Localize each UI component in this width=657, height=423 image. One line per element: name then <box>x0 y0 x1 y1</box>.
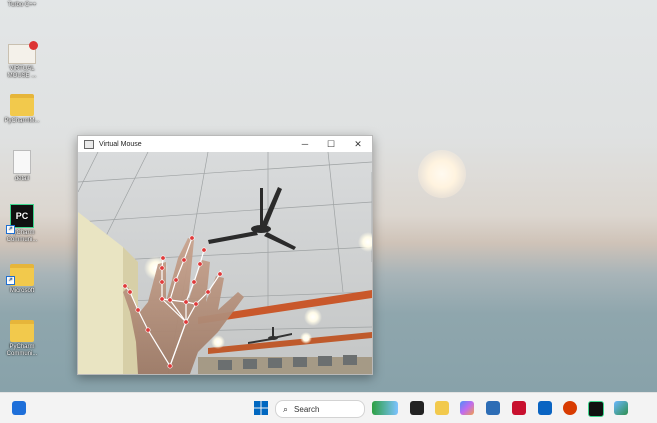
desktop-icon-label: detail <box>14 176 30 182</box>
mcafee-icon[interactable] <box>512 401 526 415</box>
window-title: Virtual Mouse <box>99 140 142 148</box>
task-view-icon[interactable] <box>410 401 424 415</box>
wallpaper-sun <box>418 150 466 198</box>
desktop-icon-pycharm-2[interactable]: PyCharm Communi... <box>0 320 44 358</box>
search-box[interactable]: ⌕ Search <box>275 400 365 418</box>
desktop-icon-label: Microsoft <box>9 288 35 294</box>
windows-logo-icon <box>254 401 268 415</box>
ceiling-light <box>211 335 225 349</box>
desktop-icon-label: Turbo C++ <box>7 2 37 8</box>
close-button[interactable]: ✕ <box>345 136 371 152</box>
drive-icon[interactable] <box>372 401 398 415</box>
desktop: Turbo C++ VIRTUAL MOUSE ... PyCharmM... … <box>0 0 657 392</box>
widgets-icon[interactable] <box>12 401 26 415</box>
desktop-icon-label: PyCharmM... <box>4 118 40 124</box>
pycharm-taskbar-icon[interactable] <box>588 401 604 417</box>
window-app-icon <box>84 139 94 149</box>
desktop-icon-detail[interactable]: detail <box>0 150 44 183</box>
desktop-icon-pycharm[interactable]: PC ↗ PyCharm Communi... <box>0 204 44 244</box>
virtual-mouse-window[interactable]: Virtual Mouse ─ ☐ ✕ <box>77 135 373 375</box>
desktop-icon-virtual-mouse[interactable]: VIRTUAL MOUSE ... <box>0 41 44 80</box>
start-button[interactable] <box>254 401 268 415</box>
shortcut-arrow-icon: ↗ <box>6 276 15 285</box>
taskbar: ⌕ Search <box>0 392 657 423</box>
ceiling-light <box>304 308 322 326</box>
webcam-frame <box>78 152 372 374</box>
copilot-icon[interactable] <box>460 401 474 415</box>
microsoft-store-icon[interactable] <box>486 401 500 415</box>
desktop-icon-microsoft[interactable]: ↗ Microsoft <box>0 264 44 295</box>
maximize-button[interactable]: ☐ <box>318 136 344 152</box>
photos-icon[interactable] <box>614 401 628 415</box>
search-icon: ⌕ <box>283 403 289 414</box>
desktop-icon-label: PyCharm Communi... <box>6 344 38 357</box>
folder-icon <box>10 320 34 342</box>
image-file-icon <box>8 41 38 64</box>
ceiling-light <box>300 332 312 344</box>
minimize-button[interactable]: ─ <box>292 136 318 152</box>
folder-icon <box>10 94 34 116</box>
desktop-icon-label: VIRTUAL MOUSE ... <box>7 66 37 79</box>
webcam-feed[interactable] <box>78 152 372 374</box>
window-titlebar[interactable]: Virtual Mouse ─ ☐ ✕ <box>78 136 372 152</box>
file-explorer-icon[interactable] <box>435 401 449 415</box>
outlook-icon[interactable] <box>538 401 552 415</box>
desktop-icon-turbo-cpp[interactable]: Turbo C++ <box>0 2 44 9</box>
search-label: Search <box>294 404 320 414</box>
text-file-icon <box>13 150 31 174</box>
office-icon[interactable] <box>563 401 577 415</box>
desktop-icon-folder[interactable]: PyCharmM... <box>0 94 44 125</box>
shortcut-arrow-icon: ↗ <box>6 225 15 234</box>
